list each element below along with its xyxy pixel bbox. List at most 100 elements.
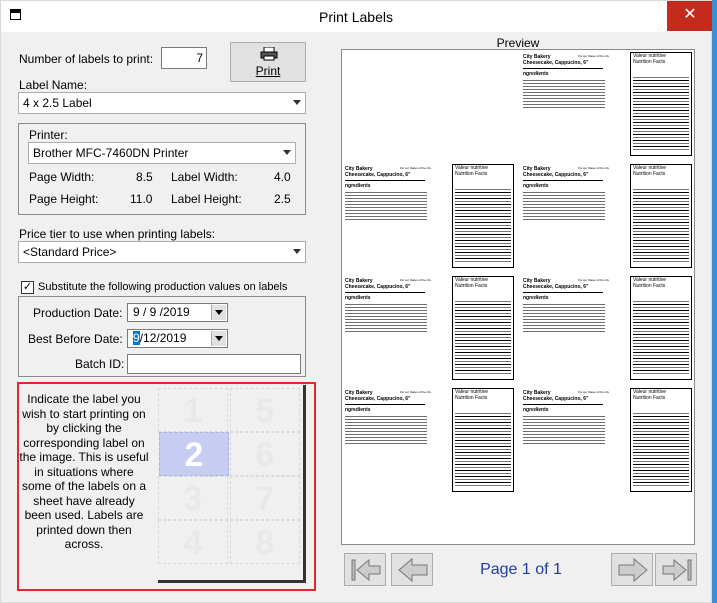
page-info: Page 1 of 1 <box>480 561 562 578</box>
preview-label: City Bakery Cheesecake, Cappucino, 6" Fix … <box>520 274 694 382</box>
grid-shadow <box>303 385 306 583</box>
preview-label: City Bakery Cheesecake, Cappucino, 6" Fix … <box>342 386 516 494</box>
title-bar: Print Labels ✕ <box>1 1 713 32</box>
production-date-picker[interactable]: 9 / 9 /2019 <box>127 303 228 322</box>
next-page-icon <box>618 557 648 583</box>
page-width-label: Page Width: <box>29 170 95 184</box>
print-labels-window: Print Labels ✕ Number of labels to print… <box>0 0 713 603</box>
nutrition-facts-box: Valeur nutritive Nutrition Facts <box>630 164 692 268</box>
calendar-dropdown-icon[interactable] <box>211 331 226 346</box>
preview-label-body <box>523 192 605 222</box>
printer-value: Brother MFC-7460DN Printer <box>33 146 189 160</box>
next-page-button[interactable] <box>611 553 653 586</box>
preview-label-ingredients: ngredients <box>523 407 549 413</box>
nutrition-facts-box: Valeur nutritive Nutrition Facts <box>452 388 514 492</box>
preview-label-body <box>345 192 427 222</box>
prev-page-button[interactable] <box>391 553 433 586</box>
label-name-select[interactable]: 4 x 2.5 Label <box>18 92 306 114</box>
preview-label-ingredients: ngredients <box>345 407 371 413</box>
num-labels-label: Number of labels to print: <box>19 52 154 66</box>
preview-label-body <box>523 416 605 446</box>
label-width-label: Label Width: <box>171 170 238 184</box>
preview-label-body <box>345 304 427 334</box>
preview-label: City Bakery Cheesecake, Cappucino, 6" Fix … <box>342 274 516 382</box>
window-title: Print Labels <box>319 9 393 25</box>
printer-icon <box>260 47 278 61</box>
substitute-checkbox[interactable]: ✓ <box>21 281 34 294</box>
preview-label-body <box>523 304 605 334</box>
preview-label-note: Fix sur (base of the city <box>578 390 610 394</box>
label-cell-7[interactable]: 7 <box>230 476 300 520</box>
last-page-icon <box>662 558 692 582</box>
label-cell-1[interactable]: 1 <box>158 388 228 432</box>
background-edge <box>712 0 717 603</box>
page-width-value: 8.5 <box>136 170 153 184</box>
label-cell-6[interactable]: 6 <box>230 432 300 476</box>
prev-page-icon <box>398 557 428 583</box>
label-cell-4[interactable]: 4 <box>158 520 228 564</box>
page-height-label: Page Height: <box>29 192 99 206</box>
chevron-down-icon <box>283 150 291 155</box>
preview-label: City Bakery Cheesecake, Cappucino, 6" Fix … <box>342 162 516 270</box>
batch-id-input[interactable] <box>127 354 301 374</box>
label-cell-2[interactable]: 2 <box>159 432 229 476</box>
chevron-down-icon <box>293 249 301 254</box>
preview-label-ingredients: ngredients <box>523 183 549 189</box>
preview-label-note: Fix sur (base of the city <box>400 166 432 170</box>
preview-label: City Bakery Cheesecake, Cappucino, 6" Fix … <box>520 162 694 270</box>
price-tier-select[interactable]: <Standard Price> <box>18 241 306 263</box>
preview-label-ingredients: ngredients <box>345 183 371 189</box>
preview-label-rule <box>523 292 603 293</box>
label-height-label: Label Height: <box>171 192 242 206</box>
nutrition-facts-box: Valeur nutritive Nutrition Facts <box>630 276 692 380</box>
preview-label-rule <box>345 180 425 181</box>
preview-label-body <box>345 416 427 446</box>
nutrition-facts-box: Valeur nutritive Nutrition Facts <box>630 388 692 492</box>
label-cell-3[interactable]: 3 <box>158 476 228 520</box>
batch-id-label: Batch ID: <box>75 357 125 371</box>
preview-label-ingredients: ngredients <box>523 71 549 77</box>
first-page-button[interactable] <box>344 553 386 586</box>
preview-label-note: Fix sur (base of the city <box>578 166 610 170</box>
label-height-value: 2.5 <box>274 192 291 206</box>
preview-label-note: Fix sur (base of the city <box>400 278 432 282</box>
nutrition-facts-box: Valeur nutritive Nutrition Facts <box>630 52 692 156</box>
start-label-grid: 1 2 3 4 5 6 7 8 <box>156 383 306 581</box>
preview-label-body <box>523 80 605 110</box>
print-button-label: Print <box>255 64 281 78</box>
first-page-icon <box>351 558 381 582</box>
close-button[interactable]: ✕ <box>667 1 713 31</box>
start-label-help-text: Indicate the label you wish to start pri… <box>19 392 149 551</box>
best-before-day: 9 <box>133 331 140 345</box>
production-date-value: 9 / 9 /2019 <box>133 305 190 319</box>
price-tier-label: Price tier to use when printing labels: <box>19 227 216 241</box>
best-before-label: Best Before Date: <box>28 332 123 346</box>
printer-select[interactable]: Brother MFC-7460DN Printer <box>28 142 296 164</box>
preview-label: City Bakery Cheesecake, Cappucino, 6" Fix … <box>520 50 694 158</box>
preview-title: Preview <box>496 36 540 50</box>
chevron-down-icon <box>293 100 301 105</box>
preview-label: City Bakery Cheesecake, Cappucino, 6" Fix … <box>520 386 694 494</box>
label-cell-8[interactable]: 8 <box>230 520 300 564</box>
preview-label-rule <box>345 404 425 405</box>
last-page-button[interactable] <box>655 553 697 586</box>
calendar-dropdown-icon[interactable] <box>211 305 226 320</box>
printer-label: Printer: <box>29 128 68 142</box>
best-before-date-picker[interactable]: 9/12/2019 <box>127 329 228 348</box>
substitute-label: Substitute the following production valu… <box>38 281 288 293</box>
preview-label-ingredients: ngredients <box>523 295 549 301</box>
price-tier-value: <Standard Price> <box>23 245 117 259</box>
num-labels-input[interactable]: 7 <box>161 47 207 69</box>
preview-pane: City Bakery Cheesecake, Cappucino, 6" Fix … <box>341 49 695 545</box>
grid-shadow <box>158 580 306 583</box>
page-height-value: 11.0 <box>130 192 153 206</box>
label-cell-5[interactable]: 5 <box>230 388 300 432</box>
print-button[interactable]: Print <box>230 42 306 82</box>
preview-label-rule <box>345 292 425 293</box>
preview-label-ingredients: ngredients <box>345 295 371 301</box>
best-before-rest: /12/2019 <box>139 331 187 345</box>
label-name-value: 4 x 2.5 Label <box>23 96 92 110</box>
preview-label-rule <box>523 404 603 405</box>
preview-label-note: Fix sur (base of the city <box>578 278 610 282</box>
nutrition-facts-box: Valeur nutritive Nutrition Facts <box>452 164 514 268</box>
